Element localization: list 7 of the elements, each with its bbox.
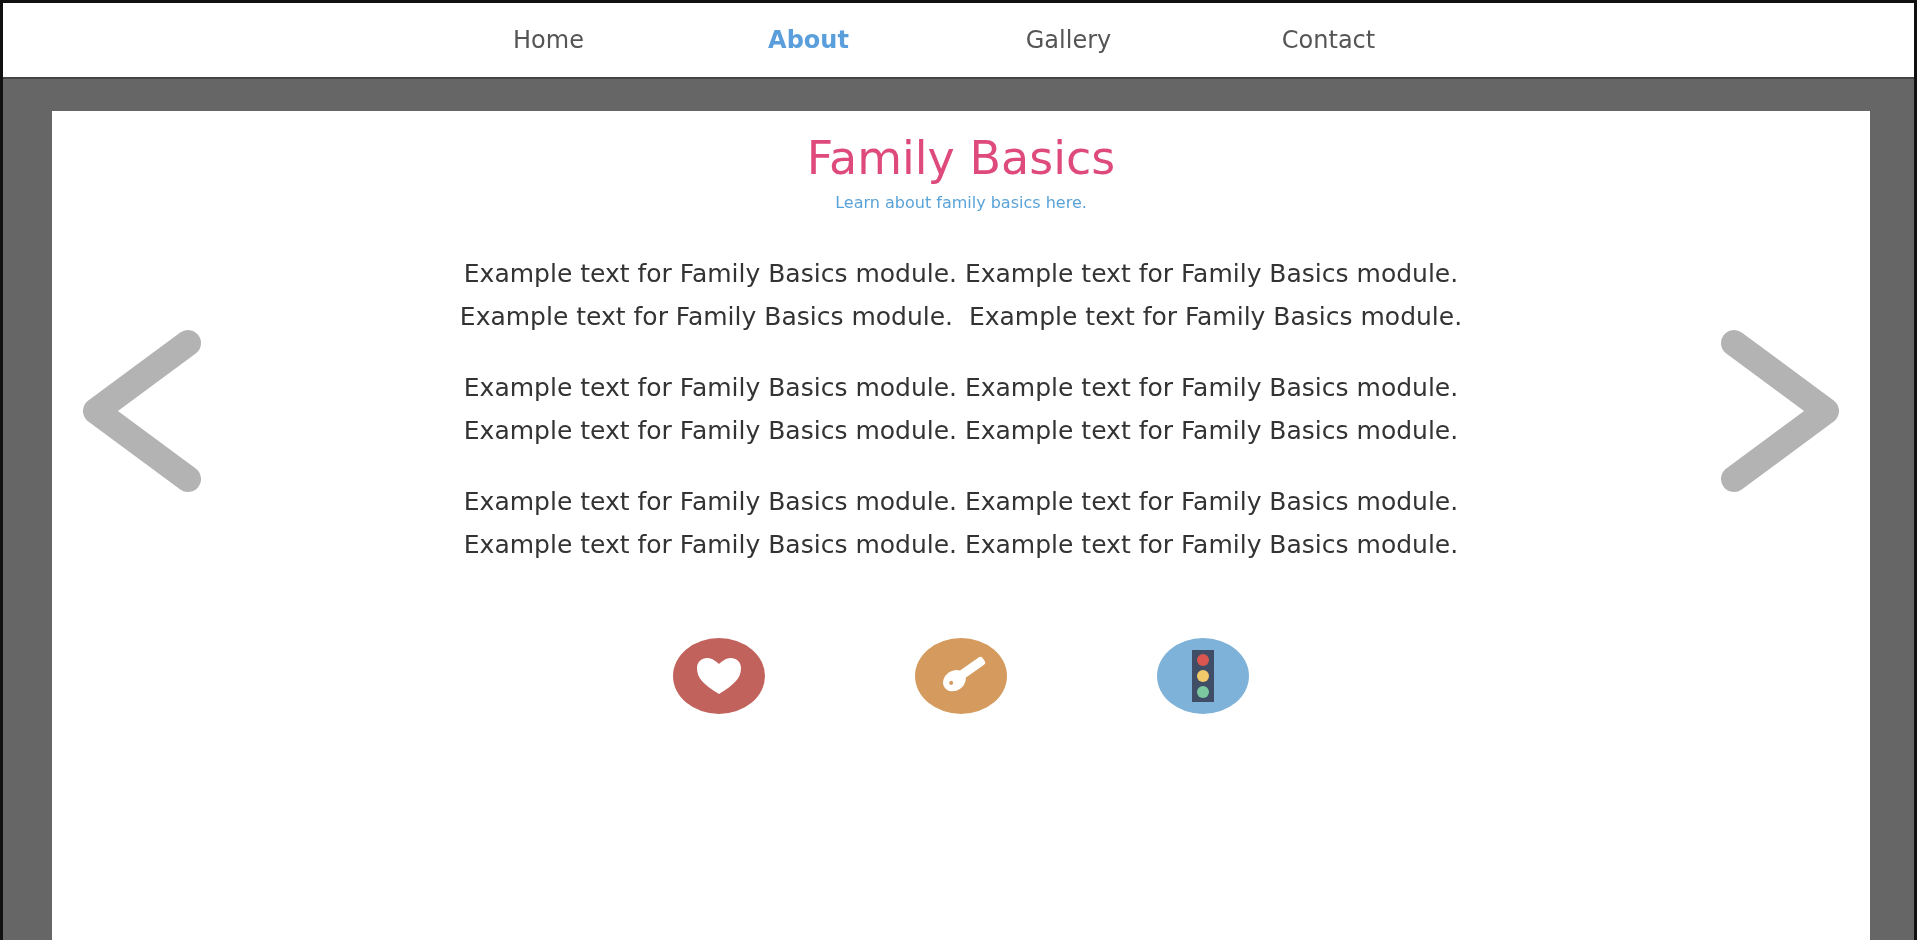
body-paragraph: Example text for Family Basics module. Example text for Family Basics module. Example text for Family Basics module. Example text for Family Basics module. xyxy=(462,372,1460,447)
module-title: Family Basics xyxy=(806,131,1116,185)
module-subtitle: Learn about family basics here. xyxy=(835,193,1087,212)
body-paragraph: Example text for Family Basics module. Example text for Family Basics module. Example text for Family Basics module. Example text for Family Basics module. xyxy=(458,258,1464,333)
key-icon xyxy=(915,638,1007,714)
traffic-light-icon xyxy=(1157,638,1249,714)
body-paragraph: Example text for Family Basics module. Example text for Family Basics module. Example text for Family Basics module. Example text for Family Basics module. xyxy=(462,486,1460,561)
